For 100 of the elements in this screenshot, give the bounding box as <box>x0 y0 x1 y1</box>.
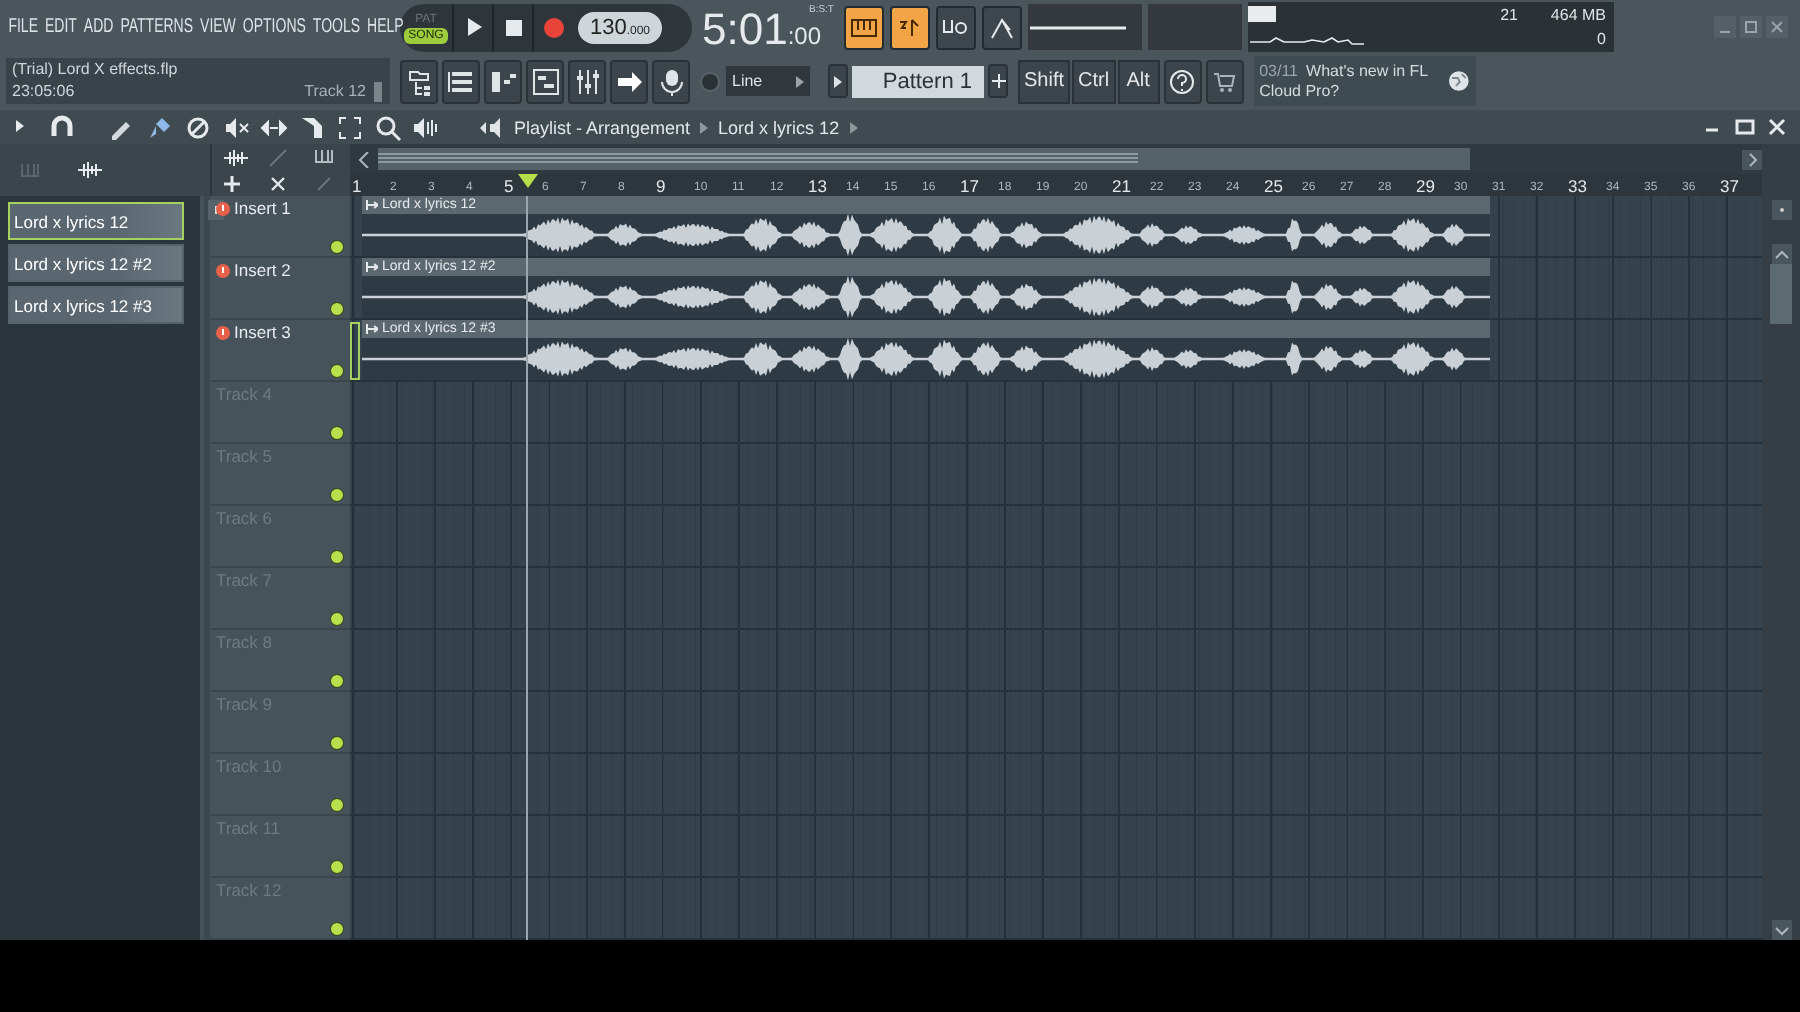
modifier-key[interactable]: Ctrl <box>1072 59 1116 103</box>
folder-tree-icon <box>405 67 433 95</box>
polyphony-count: 21 <box>1498 5 1520 23</box>
toggle-button[interactable] <box>844 5 884 49</box>
mute-circle-icon[interactable] <box>184 113 212 141</box>
track-lane[interactable] <box>350 382 1762 444</box>
channels-button[interactable] <box>442 59 480 103</box>
clip-list-item[interactable]: Lord x lyrics 12 #2 <box>8 244 184 282</box>
shop-button[interactable] <box>1205 59 1244 103</box>
scroll-up-icon[interactable] <box>1771 244 1791 264</box>
menu-item[interactable]: ADD <box>83 16 114 38</box>
track-enable-icon[interactable] <box>330 860 344 874</box>
browser-button[interactable] <box>400 59 438 103</box>
bar-number: 37 <box>1720 176 1739 196</box>
window-title: Playlist - Arrangement <box>514 117 691 137</box>
pattern-menu-button[interactable] <box>828 64 848 98</box>
project-name: (Trial) Lord X effects.flp <box>12 60 180 78</box>
level-line-icon <box>1028 21 1128 33</box>
toggle-button[interactable] <box>936 5 976 49</box>
bar-number: 25 <box>1264 176 1283 196</box>
modifier-key[interactable]: Alt <box>1117 59 1160 103</box>
waveform-icon[interactable] <box>221 147 249 167</box>
track-enable-icon[interactable] <box>330 922 344 936</box>
piano-button[interactable] <box>484 59 522 103</box>
menu-item[interactable]: HELP <box>367 16 404 38</box>
track-lane[interactable] <box>350 568 1762 630</box>
pitch-display <box>1148 4 1242 50</box>
magnet-icon[interactable] <box>48 113 76 141</box>
track-enable-icon[interactable] <box>330 364 344 378</box>
playlist-icon <box>531 67 559 95</box>
snap-dropdown[interactable]: Line <box>726 66 810 96</box>
track-header[interactable]: Insert 3 <box>210 320 350 382</box>
channel-rack-icon <box>447 67 475 95</box>
arrow-icon <box>615 67 643 95</box>
track-name: Insert 1 <box>234 198 291 218</box>
news-text: 03/11 What's new in FL Cloud Pro? <box>1259 61 1430 101</box>
select-icon[interactable] <box>336 113 364 141</box>
track-lane[interactable] <box>350 506 1762 568</box>
track-enable-icon[interactable] <box>330 736 344 750</box>
song-time: 5:01 <box>702 5 788 53</box>
bar-number: 21 <box>1112 176 1131 196</box>
menu-item[interactable]: PATTERNS <box>120 16 194 38</box>
breadcrumb-arrow-icon <box>700 121 709 133</box>
track-lane[interactable] <box>350 878 1762 940</box>
waveform-icon[interactable] <box>76 160 104 180</box>
track-lane[interactable] <box>350 816 1762 878</box>
add-pattern-button[interactable] <box>988 64 1008 98</box>
track-enable-icon[interactable] <box>330 612 344 626</box>
menu-item[interactable]: TOOLS <box>312 16 361 38</box>
dropdown-arrow-icon <box>796 75 804 87</box>
scroll-thumb-grip-icon <box>378 152 1138 166</box>
track-enable-icon[interactable] <box>330 426 344 440</box>
bar-number: 1 <box>352 176 362 196</box>
clip-handle-icon <box>366 324 378 334</box>
clock-time: 23:05:06 <box>12 82 77 100</box>
track-enable-icon[interactable] <box>330 488 344 502</box>
zoom-icon[interactable] <box>374 113 402 141</box>
scroll-down-icon[interactable] <box>1771 920 1791 940</box>
speaker-icon[interactable] <box>480 115 504 139</box>
bar-number: 9 <box>656 176 666 196</box>
menu-item[interactable]: EDIT <box>44 16 77 38</box>
arrow-button[interactable] <box>610 59 648 103</box>
track-lane[interactable] <box>350 444 1762 506</box>
memory-bar-icon <box>1248 6 1276 22</box>
menu-item[interactable]: FILE <box>8 16 38 38</box>
close-icon[interactable] <box>1766 116 1788 138</box>
track-lane[interactable] <box>350 692 1762 754</box>
mixer-icon <box>573 67 601 95</box>
brush-icon[interactable] <box>146 113 174 141</box>
help-button[interactable] <box>1163 59 1202 103</box>
track-enable-icon[interactable] <box>330 550 344 564</box>
cpu-value: 0 <box>1595 29 1608 47</box>
maximize-icon[interactable] <box>1734 116 1756 138</box>
clip-list-item[interactable]: Lord x lyrics 12 #3 <box>8 286 184 324</box>
menu-item[interactable]: VIEW <box>200 16 236 38</box>
mic-button[interactable] <box>652 59 690 103</box>
track-lane[interactable] <box>350 630 1762 692</box>
speaker-mute-icon[interactable] <box>222 113 250 141</box>
vertical-scrollbar-thumb[interactable] <box>1770 264 1792 324</box>
scroll-right-icon[interactable] <box>1742 149 1762 169</box>
track-enable-icon[interactable] <box>330 302 344 316</box>
mixer-button[interactable] <box>568 59 606 103</box>
breadcrumb-clip[interactable]: Lord x lyrics 12 <box>718 117 840 137</box>
track-lane[interactable] <box>350 754 1762 816</box>
pattern-selector[interactable]: Pattern 1 <box>852 65 984 97</box>
horizontal-scrollbar[interactable] <box>378 148 1470 170</box>
clip-list-item[interactable]: Lord x lyrics 12 <box>8 202 184 240</box>
speaker-icon[interactable] <box>412 113 440 141</box>
record-icon <box>543 17 563 37</box>
toggle-button[interactable] <box>982 5 1022 49</box>
playlist-button[interactable] <box>526 59 564 103</box>
track-enable-icon[interactable] <box>330 674 344 688</box>
scroll-left-icon[interactable] <box>358 151 370 167</box>
toggle-button[interactable] <box>890 5 930 49</box>
track-enable-icon[interactable] <box>330 240 344 254</box>
menu-item[interactable]: OPTIONS <box>242 16 306 38</box>
countdown-icon <box>896 13 924 41</box>
news-panel[interactable]: 03/11 What's new in FL Cloud Pro? <box>1253 56 1476 106</box>
modifier-key[interactable]: Shift <box>1018 59 1071 103</box>
track-enable-icon[interactable] <box>330 798 344 812</box>
